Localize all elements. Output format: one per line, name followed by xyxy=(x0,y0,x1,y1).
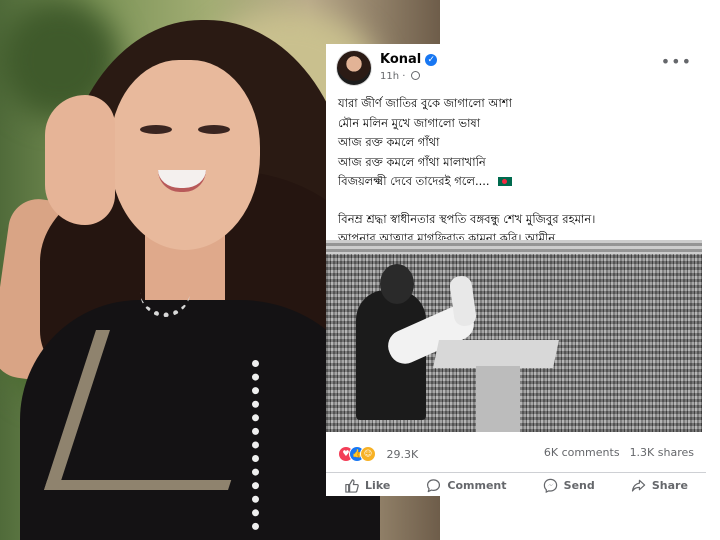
post-action-bar: Like Comment Send Share xyxy=(326,472,706,497)
thumbs-up-icon xyxy=(345,478,359,493)
comment-button[interactable]: Comment xyxy=(426,478,507,493)
post-line-with-flag: বিজয়লক্ষ্মী দেবে তাদেরই গলে.... xyxy=(338,172,696,192)
comment-count[interactable]: 6K comments xyxy=(544,446,620,459)
post-line: মৌন মলিন মুখে জাগালো ভাষা xyxy=(338,115,481,130)
post-text: যারা জীর্ণ জাতির বুকে জাগালো আশা মৌন মলি… xyxy=(338,94,696,249)
more-options-button[interactable]: ••• xyxy=(661,52,692,71)
post-meta: 11h · xyxy=(380,71,420,82)
reaction-summary[interactable]: ♥ 👍 ☺ 29.3K xyxy=(338,446,418,464)
post-line: আজ রক্ত কমলে গাঁথা xyxy=(338,135,440,149)
like-button[interactable]: Like xyxy=(344,478,390,493)
post-line: আজ রক্ত কমলে গাঁথা মালাখানি xyxy=(338,154,486,169)
author-name-text[interactable]: Konal xyxy=(380,52,421,67)
send-button[interactable]: Send xyxy=(543,478,595,493)
post-timestamp[interactable]: 11h xyxy=(380,71,399,82)
share-button[interactable]: Share xyxy=(631,478,688,493)
globe-icon xyxy=(410,71,420,80)
send-label: Send xyxy=(563,478,595,492)
speech-bubble-icon xyxy=(427,478,441,492)
share-count[interactable]: 1.3K shares xyxy=(630,446,694,459)
reaction-count: 29.3K xyxy=(386,447,419,461)
post-header: Konal ✓ 11h · ••• xyxy=(336,50,706,86)
author-name[interactable]: Konal ✓ xyxy=(380,52,438,67)
messenger-icon xyxy=(543,478,557,493)
care-reaction-icon: ☺ xyxy=(360,446,376,462)
share-label: Share xyxy=(651,478,688,492)
bangladesh-flag-icon xyxy=(497,177,512,186)
verified-check-icon: ✓ xyxy=(425,54,438,66)
facebook-post-card: Konal ✓ 11h · ••• যারা জীর্ণ জাতির বুকে জ… xyxy=(326,44,706,496)
author-avatar[interactable] xyxy=(336,50,372,86)
post-line: বিনম্র শ্রদ্ধা স্বাধীনতার স্থপতি বঙ্গবন্… xyxy=(338,211,596,226)
post-line: বিজয়লক্ষ্মী দেবে তাদেরই গলে.... xyxy=(338,174,490,188)
share-arrow-icon xyxy=(631,479,646,492)
post-line: যারা জীর্ণ জাতির বুকে জাগালো আশা xyxy=(338,96,512,110)
comment-label: Comment xyxy=(447,478,507,492)
engagement-stats: 6K comments 1.3K shares xyxy=(544,446,694,459)
like-label: Like xyxy=(365,478,391,492)
post-photo[interactable] xyxy=(326,240,702,432)
